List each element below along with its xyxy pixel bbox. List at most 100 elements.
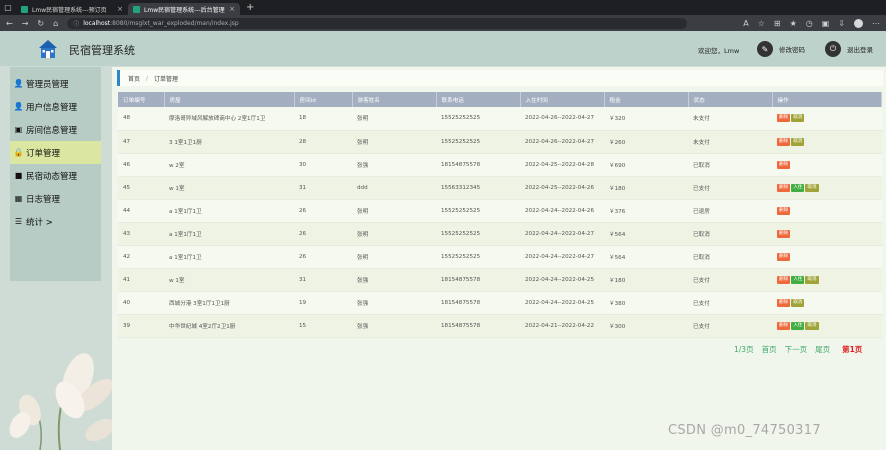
breadcrumb-separator: /: [146, 74, 149, 82]
delete-button[interactable]: 删除: [777, 114, 791, 123]
delete-button[interactable]: 删除: [777, 160, 791, 169]
home-icon[interactable]: ⌂: [53, 19, 58, 28]
column-header: 游客姓名: [352, 92, 437, 107]
sidebar-item-rooms[interactable]: ▣ 房间信息管理: [10, 118, 101, 141]
table-row: 45 w 1室 31 ddd 15563312345 2022-04-25--2022-0…: [118, 176, 882, 200]
column-header: 房屋: [164, 92, 295, 107]
address-bar[interactable]: ⓘ localhost:8080/msglxt_war_exploded/man…: [67, 17, 688, 29]
cancel-button[interactable]: 取消: [805, 275, 819, 284]
next-page-link[interactable]: 下一页: [785, 344, 808, 355]
delete-button[interactable]: 删除: [777, 321, 791, 330]
first-page-link[interactable]: 首页: [762, 344, 777, 355]
reload-icon[interactable]: ↻: [37, 19, 44, 28]
delete-button[interactable]: 删除: [777, 183, 791, 192]
delete-button[interactable]: 删除: [777, 275, 791, 284]
cell-room-id: 26: [294, 245, 352, 269]
checkin-button[interactable]: 入住: [791, 275, 805, 284]
window-menu-icon[interactable]: ▢: [0, 0, 16, 15]
cell-id: 46: [118, 153, 164, 177]
checkin-button[interactable]: 入住: [791, 183, 805, 192]
info-icon[interactable]: ⓘ: [73, 19, 79, 28]
cell-phone: 15525252525: [436, 222, 520, 246]
sidebar-item-orders[interactable]: 🔒 订单管理: [10, 141, 101, 164]
browser-tab-admin[interactable]: Lmw民宿管理系统---后台管理 ×: [128, 3, 240, 15]
cell-dates: 2022-04-21--2022-04-22: [520, 314, 604, 338]
browser-tab-booking[interactable]: Lmw民宿管理系统---预订页 ×: [16, 3, 128, 15]
lock-icon: 🔒: [13, 148, 24, 157]
cell-phone: 18154875578: [436, 268, 520, 292]
last-page-link[interactable]: 尾页: [815, 344, 830, 355]
cell-guest: ddd: [352, 176, 436, 200]
cell-phone: 15525252525: [436, 130, 520, 154]
logout-button[interactable]: ⏻ 退出登录: [825, 41, 873, 57]
sidebar-item-users[interactable]: 👤 用户信息管理: [10, 95, 101, 118]
download-icon[interactable]: ⇩: [838, 19, 845, 28]
sidebar-item-admin[interactable]: 👤 管理员管理: [10, 72, 101, 95]
cell-actions: 删除 取消: [772, 107, 882, 131]
star-icon[interactable]: ☆: [758, 19, 765, 28]
column-header: 状态: [688, 92, 773, 107]
table-row: 42 a 1室1厅1卫 26 张明 15525252525 2022-04-24--202…: [118, 245, 882, 269]
pencil-icon: ✎: [757, 41, 773, 57]
sidebar-item-logs[interactable]: ▦ 日志管理: [10, 187, 101, 210]
favorites-icon[interactable]: ★: [790, 19, 797, 28]
cell-guest: 张强: [352, 291, 436, 315]
sidebar-item-news[interactable]: ■ 民宿动态管理: [10, 164, 101, 187]
history-icon[interactable]: ◷: [806, 19, 813, 28]
logout-icon: ⏻: [825, 41, 841, 57]
read-aloud-icon[interactable]: A: [743, 19, 748, 28]
new-tab-button[interactable]: +: [240, 2, 260, 13]
cell-rent: ￥380: [604, 291, 688, 315]
cancel-button[interactable]: 取消: [791, 137, 805, 146]
change-password-button[interactable]: ✎ 修改密码: [757, 41, 805, 57]
cell-id: 40: [118, 291, 164, 315]
more-menu-icon[interactable]: ⋯: [872, 19, 880, 28]
column-header: 订单编号: [118, 92, 165, 107]
cell-status: 未支付: [688, 130, 772, 154]
cancel-button[interactable]: 取消: [805, 321, 819, 330]
cell-status: 已支付: [688, 291, 772, 315]
profile-avatar[interactable]: [854, 18, 863, 28]
cell-phone: 18154875578: [436, 291, 520, 315]
cell-status: 已支付: [688, 314, 772, 338]
back-icon[interactable]: ←: [6, 19, 13, 28]
cell-rent: ￥564: [604, 222, 688, 246]
cell-id: 41: [118, 268, 164, 292]
cancel-button[interactable]: 取消: [805, 183, 819, 192]
delete-button[interactable]: 删除: [777, 298, 791, 307]
cell-status: 已退房: [688, 199, 772, 223]
table-row: 44 a 1室1厅1卫 26 张明 15525252525 2022-04-24--202…: [118, 199, 882, 223]
delete-button[interactable]: 删除: [777, 229, 791, 238]
cell-room-id: 28: [294, 130, 352, 154]
cell-guest: 张明: [352, 245, 436, 269]
tab-close-icon[interactable]: ×: [117, 5, 123, 13]
table-row: 47 3 1室1卫1厨 28 张明 15525252525 2022-04-26--202…: [118, 130, 882, 154]
cell-dates: 2022-04-26--2022-04-27: [520, 107, 604, 131]
breadcrumb-home-link[interactable]: 首页: [128, 74, 140, 83]
forward-icon[interactable]: →: [22, 19, 29, 28]
extensions-icon[interactable]: ⊞: [774, 19, 781, 28]
watermark: CSDN @m0_74750317: [668, 423, 821, 438]
cell-room-id: 15: [294, 314, 352, 338]
delete-button[interactable]: 删除: [777, 137, 791, 146]
cell-status: 已取消: [688, 222, 772, 246]
tab-close-icon[interactable]: ×: [229, 5, 235, 13]
cell-id: 48: [118, 107, 164, 131]
checkin-button[interactable]: 入住: [791, 321, 805, 330]
delete-button[interactable]: 删除: [777, 206, 791, 215]
delete-button[interactable]: 删除: [777, 252, 791, 261]
orders-table: 订单编号 房屋 房间id 游客姓名 联系电话 入住时间 租金 状态 操作 48 摩…: [118, 92, 882, 338]
cell-room: 西城分港 3室1厅1卫1厨: [164, 291, 294, 315]
sidebar-item-stats[interactable]: ☰ 统计 >: [10, 210, 101, 233]
collections-icon[interactable]: ▣: [822, 19, 830, 28]
cell-id: 43: [118, 222, 164, 246]
cancel-button[interactable]: 取消: [791, 298, 805, 307]
cell-id: 47: [118, 130, 164, 154]
cell-rent: ￥376: [604, 199, 688, 223]
cell-room: 3 1室1卫1厨: [164, 130, 294, 154]
table-row: 41 w 1室 31 张强 18154875578 2022-04-24--2022-04…: [118, 268, 882, 292]
cell-rent: ￥300: [604, 314, 688, 338]
cancel-button[interactable]: 取消: [791, 114, 805, 123]
cell-room: a 1室1厅1卫: [164, 245, 294, 269]
cell-guest: 张强: [352, 268, 436, 292]
